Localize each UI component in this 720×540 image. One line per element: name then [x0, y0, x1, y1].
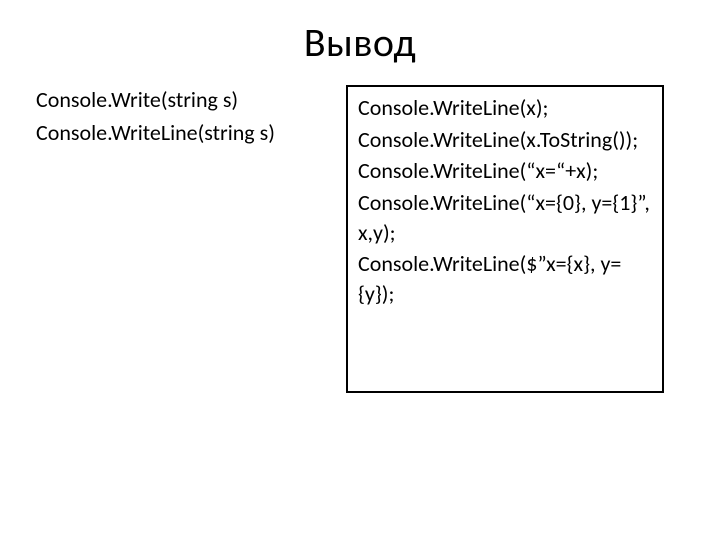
code-line: Console.Write(string s)	[36, 85, 326, 116]
code-line: Console.WriteLine($”x={x}, y={y});	[358, 249, 652, 308]
slide: Вывод Console.Write(string s) Console.Wr…	[0, 0, 720, 540]
code-line: Console.WriteLine(“x=“+x);	[358, 156, 652, 186]
left-column: Console.Write(string s) Console.WriteLin…	[36, 85, 326, 393]
code-line: Console.WriteLine(string s)	[36, 118, 326, 149]
content-area: Console.Write(string s) Console.WriteLin…	[0, 85, 720, 393]
code-line: Console.WriteLine(x.ToString());	[358, 125, 652, 155]
code-line: Console.WriteLine(“x={0}, y={1}”, x,y);	[358, 188, 652, 247]
code-line: Console.WriteLine(x);	[358, 93, 652, 123]
right-column-box: Console.WriteLine(x); Console.WriteLine(…	[346, 85, 664, 393]
slide-title: Вывод	[0, 0, 720, 85]
